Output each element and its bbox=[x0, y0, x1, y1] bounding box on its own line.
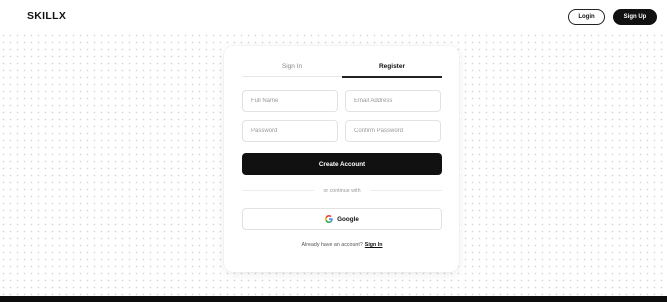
signin-prompt-text: Already have an account? bbox=[301, 242, 363, 248]
divider-line-left bbox=[242, 190, 314, 191]
full-name-field[interactable] bbox=[242, 90, 338, 112]
email-field[interactable] bbox=[345, 90, 441, 112]
tab-underline-sign-in bbox=[242, 76, 342, 77]
auth-card: Sign In Register Create Account or conti… bbox=[224, 46, 459, 272]
divider-line-right bbox=[370, 190, 442, 191]
login-button[interactable]: Login bbox=[568, 9, 605, 25]
google-button-label: Google bbox=[337, 215, 359, 223]
signin-link[interactable]: Sign In bbox=[365, 242, 383, 248]
tab-underline-register bbox=[342, 76, 442, 78]
divider-text: or continue with bbox=[323, 187, 361, 194]
signup-button[interactable]: Sign Up bbox=[613, 9, 657, 25]
password-field[interactable] bbox=[242, 120, 338, 142]
brand-logo[interactable]: SKILLX bbox=[27, 10, 66, 22]
google-g-icon bbox=[325, 215, 333, 223]
signin-prompt: Already have an account? Sign In bbox=[242, 240, 442, 250]
tab-sign-in[interactable]: Sign In bbox=[242, 61, 342, 71]
tab-register[interactable]: Register bbox=[342, 61, 442, 71]
create-account-button[interactable]: Create Account bbox=[242, 153, 442, 175]
google-signin-button[interactable]: Google bbox=[242, 208, 442, 230]
confirm-password-field[interactable] bbox=[345, 120, 441, 142]
top-navbar: SKILLX Login Sign Up bbox=[0, 0, 667, 32]
bottom-bar bbox=[0, 296, 667, 302]
